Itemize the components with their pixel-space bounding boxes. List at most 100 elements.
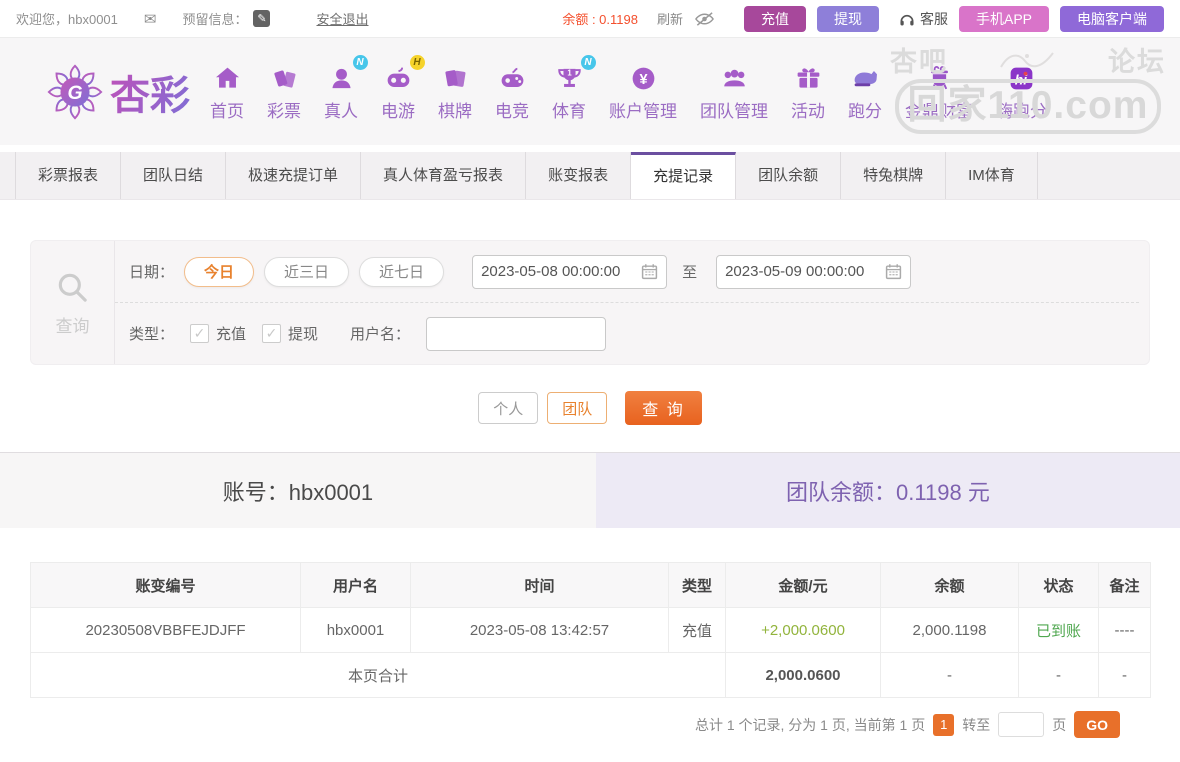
- go-button[interactable]: GO: [1074, 711, 1120, 738]
- topbar: 欢迎您，hbx0001 ✉ 预留信息： ✎ 安全退出 余额 : 0.1198 刷…: [0, 0, 1180, 38]
- col-username: 用户名: [301, 563, 411, 608]
- checkbox-checked-icon: ✓: [262, 324, 281, 343]
- site-logo[interactable]: G 杏彩: [44, 61, 190, 123]
- current-page-button[interactable]: 1: [933, 714, 954, 736]
- refresh-link[interactable]: 刷新: [657, 9, 683, 28]
- summary-remark: -: [1099, 653, 1151, 698]
- logout-link[interactable]: 安全退出: [316, 9, 368, 28]
- site-header: G 杏彩 首页 彩票 N 真人 H: [0, 38, 1180, 145]
- range-3days-button[interactable]: 近三日: [264, 257, 349, 287]
- pc-client-button[interactable]: 电脑客户端: [1060, 6, 1164, 32]
- message-icon[interactable]: ✉: [144, 10, 157, 28]
- col-remark: 备注: [1099, 563, 1151, 608]
- logo-text: 杏彩: [110, 63, 190, 121]
- gamepad-icon: H: [384, 62, 413, 93]
- username-input[interactable]: [426, 317, 606, 351]
- mobile-app-button[interactable]: 手机APP: [959, 6, 1049, 32]
- date-label: 日期：: [129, 261, 174, 282]
- topbar-right: 余额 : 0.1198 刷新 充值 提现 客服 手机APP 电脑客户端: [562, 6, 1164, 32]
- range-today-button[interactable]: 今日: [184, 257, 254, 287]
- col-amount: 金额/元: [726, 563, 881, 608]
- nav-item-account-management[interactable]: ¥ 账户管理: [609, 62, 677, 122]
- nav-badge: N: [581, 55, 596, 70]
- tab-im-sports[interactable]: IM体育: [946, 152, 1038, 199]
- watermark-right-text: 论坛: [1108, 40, 1166, 79]
- nav-item-team-management[interactable]: 团队管理: [700, 62, 768, 122]
- edit-icon[interactable]: ✎: [253, 10, 270, 27]
- date-to-field[interactable]: [716, 255, 911, 289]
- home-icon: [213, 62, 242, 93]
- filter-type-row: 类型： ✓ 充值 ✓ 提现 用户名：: [115, 303, 1149, 364]
- date-from-field[interactable]: [472, 255, 667, 289]
- trophy-icon: 1 N: [555, 62, 584, 93]
- date-to-label: 至: [682, 261, 697, 282]
- tab-team-daily[interactable]: 团队日结: [121, 152, 226, 199]
- range-7days-button[interactable]: 近七日: [359, 257, 444, 287]
- withdraw-button[interactable]: 提现: [817, 6, 879, 32]
- type-recharge-checkbox[interactable]: ✓ 充值: [190, 323, 246, 344]
- eye-off-icon[interactable]: [694, 11, 715, 27]
- col-status: 状态: [1019, 563, 1099, 608]
- esports-gamepad-icon: [498, 62, 527, 93]
- tab-lottery-report[interactable]: 彩票报表: [15, 152, 121, 199]
- type-withdraw-checkbox[interactable]: ✓ 提现: [262, 323, 318, 344]
- nav-item-activity[interactable]: 活动: [791, 62, 825, 122]
- col-type: 类型: [669, 563, 726, 608]
- summary-status: -: [1019, 653, 1099, 698]
- calendar-icon[interactable]: [885, 263, 902, 280]
- team-button[interactable]: 团队: [547, 392, 607, 424]
- calendar-icon[interactable]: [641, 263, 658, 280]
- tab-live-sports-pl-report[interactable]: 真人体育盈亏报表: [361, 152, 526, 199]
- nav-item-chess-cards[interactable]: 棋牌: [438, 62, 472, 122]
- table-header-row: 账变编号 用户名 时间 类型 金额/元 余额 状态 备注: [31, 563, 1151, 608]
- yuan-coin-icon: ¥: [629, 62, 658, 93]
- action-buttons-row: 个人 团队 查 询: [0, 391, 1180, 425]
- search-icon: [54, 269, 92, 307]
- date-from-input[interactable]: [481, 263, 633, 280]
- account-summary-strip: 账号：hbx0001 团队余额：0.1198 元: [0, 452, 1180, 528]
- main-nav: 首页 彩票 N 真人 H 电游 棋牌: [210, 62, 1047, 122]
- tab-tetu-chess[interactable]: 特兔棋牌: [841, 152, 946, 199]
- account-number-text: 账号：hbx0001: [0, 453, 596, 528]
- filter-side-label: 查询: [31, 241, 115, 364]
- personal-button[interactable]: 个人: [478, 392, 538, 424]
- headset-icon: [898, 10, 916, 28]
- tab-deposit-withdraw-records[interactable]: 充提记录: [631, 152, 736, 199]
- nav-item-egames[interactable]: H 电游: [381, 62, 415, 122]
- nav-item-home[interactable]: 首页: [210, 62, 244, 122]
- customer-service-link[interactable]: 客服: [898, 9, 948, 29]
- summary-balance: -: [881, 653, 1019, 698]
- page-unit-label: 页: [1052, 715, 1066, 735]
- hi-app-icon: hi: [1007, 62, 1036, 93]
- live-dealer-icon: N: [327, 62, 356, 93]
- summary-label: 本页合计: [31, 653, 726, 698]
- balance-text: 余额 : 0.1198: [562, 9, 638, 28]
- cell-balance: 2,000.1198: [881, 608, 1019, 653]
- goto-page-input[interactable]: [998, 712, 1044, 737]
- tab-team-balance[interactable]: 团队余额: [736, 152, 841, 199]
- tab-account-change-report[interactable]: 账变报表: [526, 152, 631, 199]
- cell-time: 2023-05-08 13:42:57: [411, 608, 669, 653]
- team-balance-text: 团队余额：0.1198 元: [596, 453, 1180, 528]
- cell-username: hbx0001: [301, 608, 411, 653]
- welcome-text: 欢迎您，hbx0001: [16, 9, 118, 28]
- report-tabs: 彩票报表 团队日结 极速充提订单 真人体育盈亏报表 账变报表 充提记录 团队余额…: [0, 152, 1180, 200]
- nav-item-hi-paofen[interactable]: hi 嗨跑分: [996, 62, 1047, 122]
- nav-item-live-casino[interactable]: N 真人: [324, 62, 358, 122]
- nav-item-esports[interactable]: 电竞: [495, 62, 529, 122]
- filter-date-row: 日期： 今日 近三日 近七日 至: [115, 241, 1139, 303]
- nav-badge: H: [410, 55, 425, 70]
- nav-item-sports[interactable]: 1 N 体育: [552, 62, 586, 122]
- recharge-button[interactable]: 充值: [744, 6, 806, 32]
- nav-item-lottery[interactable]: 彩票: [267, 62, 301, 122]
- search-button[interactable]: 查 询: [625, 391, 701, 425]
- nav-item-paofen[interactable]: 跑分: [848, 62, 882, 122]
- date-to-input[interactable]: [725, 263, 877, 280]
- records-table-wrap: 账变编号 用户名 时间 类型 金额/元 余额 状态 备注 20230508VBB…: [30, 562, 1150, 738]
- nav-item-jinding-wealth[interactable]: 金鼎财富: [905, 62, 973, 122]
- checkbox-checked-icon: ✓: [190, 324, 209, 343]
- cell-remark: ----: [1099, 608, 1151, 653]
- col-time: 时间: [411, 563, 669, 608]
- cell-change-id: 20230508VBBFEJDJFF: [31, 608, 301, 653]
- tab-express-deposit-orders[interactable]: 极速充提订单: [226, 152, 361, 199]
